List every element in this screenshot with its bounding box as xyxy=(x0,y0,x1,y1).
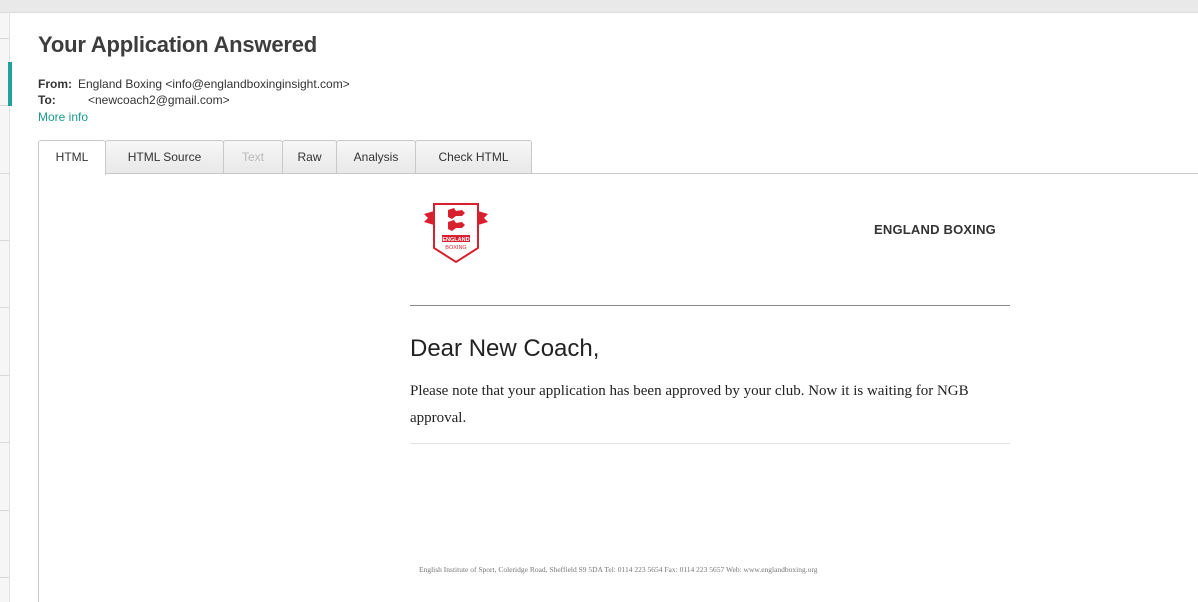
from-value[interactable]: England Boxing <info@englandboxinginsigh… xyxy=(78,77,350,91)
to-value[interactable]: <newcoach2@gmail.com> xyxy=(88,93,230,107)
tab-html[interactable]: HTML xyxy=(38,140,106,175)
body-divider xyxy=(410,443,1010,444)
from-row: From: England Boxing <info@englandboxingi… xyxy=(38,77,350,91)
more-info-link[interactable]: More info xyxy=(38,110,88,124)
selected-message-indicator xyxy=(8,62,12,106)
to-row: To: <newcoach2@gmail.com> xyxy=(38,93,230,107)
content-frame-border xyxy=(38,174,39,602)
tab-check-html[interactable]: Check HTML xyxy=(415,140,532,173)
email-footer: English Institute of Sport, Coleridge Ro… xyxy=(419,565,818,574)
tab-html-source[interactable]: HTML Source xyxy=(105,140,224,173)
brand-name: ENGLAND BOXING xyxy=(874,222,996,237)
to-label: To: xyxy=(38,93,56,107)
email-body: Please note that your application has be… xyxy=(410,383,969,426)
tab-text: Text xyxy=(223,140,283,173)
email-greeting: Dear New Coach, xyxy=(410,335,600,362)
tab-strip-divider xyxy=(38,173,1198,174)
message-subject: Your Application Answered xyxy=(38,32,317,57)
window-top-bar xyxy=(0,0,1198,13)
logo-text-top: ENGLAND xyxy=(442,237,469,243)
england-boxing-logo: ENGLAND BOXING xyxy=(424,203,488,264)
header-divider xyxy=(410,305,1010,306)
logo-text-bottom: BOXING xyxy=(445,245,466,251)
tab-analysis[interactable]: Analysis xyxy=(336,140,416,173)
from-label: From: xyxy=(38,77,72,91)
tab-raw[interactable]: Raw xyxy=(282,140,337,173)
